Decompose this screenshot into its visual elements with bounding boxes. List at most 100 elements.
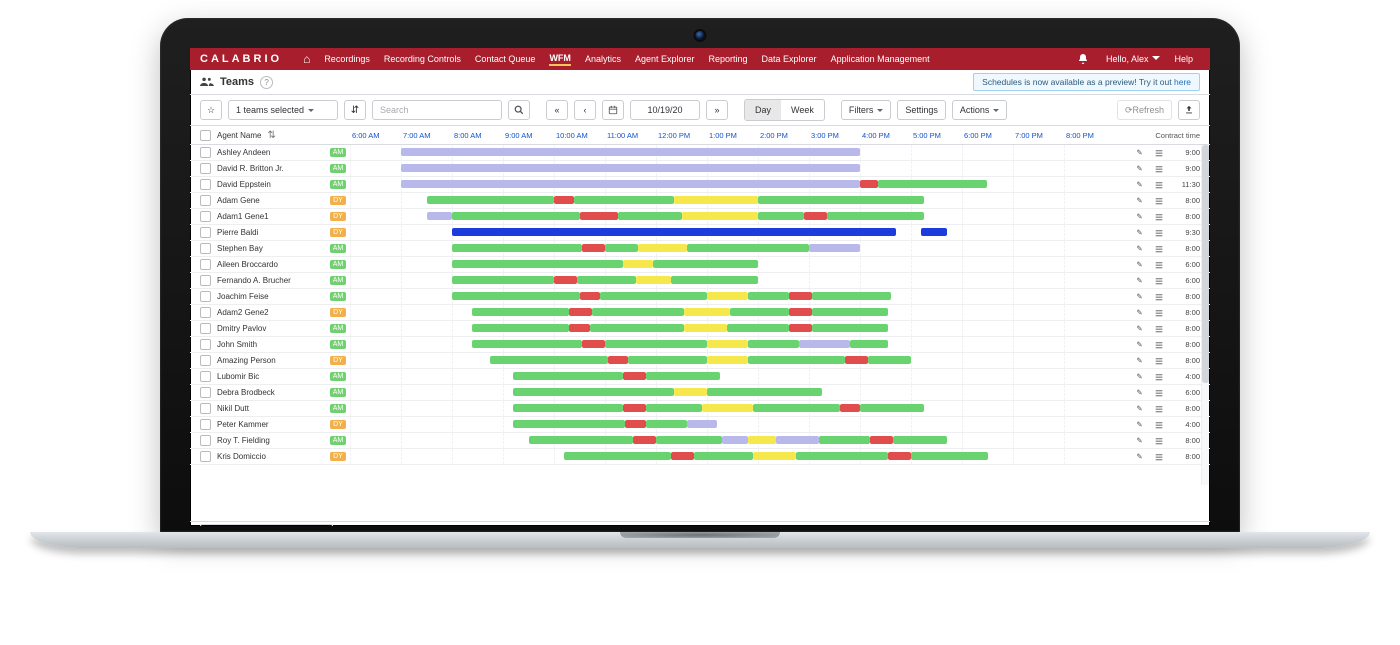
menu-icon[interactable]: [1153, 419, 1164, 430]
edit-icon[interactable]: ✎: [1134, 419, 1145, 430]
menu-icon[interactable]: [1153, 179, 1164, 190]
date-prev-day-button[interactable]: ‹: [574, 100, 596, 120]
menu-icon[interactable]: [1153, 307, 1164, 318]
help-link[interactable]: Help: [1174, 54, 1193, 64]
schedule-segment[interactable]: [452, 244, 582, 252]
agent-checkbox[interactable]: [200, 147, 211, 158]
home-icon[interactable]: ⌂: [303, 52, 310, 66]
edit-icon[interactable]: ✎: [1134, 403, 1145, 414]
schedule-segment[interactable]: [401, 148, 860, 156]
agent-name[interactable]: Adam Gene: [217, 196, 260, 205]
schedule-segment[interactable]: [625, 420, 645, 428]
schedule-segment[interactable]: [827, 212, 924, 220]
search-button[interactable]: [508, 100, 530, 120]
agent-name[interactable]: Dmitry Pavlov: [217, 324, 266, 333]
schedule-track[interactable]: [350, 193, 1115, 208]
schedule-track[interactable]: [350, 225, 1115, 240]
schedule-segment[interactable]: [452, 212, 580, 220]
schedule-segment[interactable]: [656, 436, 722, 444]
schedule-segment[interactable]: [730, 308, 789, 316]
schedule-segment[interactable]: [789, 324, 812, 332]
actions-button[interactable]: Actions: [952, 100, 1008, 120]
schedule-segment[interactable]: [674, 196, 758, 204]
agent-name[interactable]: Amazing Person: [217, 356, 276, 365]
schedule-segment[interactable]: [427, 196, 555, 204]
agent-checkbox[interactable]: [200, 403, 211, 414]
date-prev-button[interactable]: «: [546, 100, 568, 120]
schedule-segment[interactable]: [600, 292, 707, 300]
nav-item-analytics[interactable]: Analytics: [585, 54, 621, 64]
agent-checkbox[interactable]: [200, 259, 211, 270]
schedule-segment[interactable]: [633, 436, 656, 444]
filters-button[interactable]: Filters: [841, 100, 892, 120]
agent-name[interactable]: Fernando A. Brucher: [217, 276, 291, 285]
schedule-segment[interactable]: [796, 452, 888, 460]
sort-button[interactable]: [344, 100, 366, 120]
schedule-segment[interactable]: [707, 340, 748, 348]
search-input[interactable]: Search: [372, 100, 502, 120]
agent-checkbox[interactable]: [200, 275, 211, 286]
schedule-segment[interactable]: [618, 212, 682, 220]
schedule-segment[interactable]: [582, 340, 605, 348]
edit-icon[interactable]: ✎: [1134, 451, 1145, 462]
schedule-segment[interactable]: [452, 292, 580, 300]
schedule-segment[interactable]: [682, 212, 759, 220]
agent-checkbox[interactable]: [200, 435, 211, 446]
settings-button[interactable]: Settings: [897, 100, 946, 120]
schedule-track[interactable]: [350, 289, 1115, 304]
agent-name[interactable]: Joachim Feise: [217, 292, 269, 301]
schedule-segment[interactable]: [888, 452, 911, 460]
agent-name[interactable]: Pierre Baldi: [217, 228, 258, 237]
schedule-segment[interactable]: [702, 404, 753, 412]
schedule-segment[interactable]: [574, 196, 673, 204]
favorite-button[interactable]: ☆: [200, 100, 222, 120]
nav-item-data-explorer[interactable]: Data Explorer: [762, 54, 817, 64]
agent-checkbox[interactable]: [200, 339, 211, 350]
schedule-segment[interactable]: [472, 340, 582, 348]
agent-name[interactable]: Adam2 Gene2: [217, 308, 269, 317]
agent-name[interactable]: Kris Domiccio: [217, 452, 266, 461]
preview-banner-link[interactable]: here: [1174, 77, 1191, 87]
schedule-segment[interactable]: [608, 356, 628, 364]
select-all-pages-button[interactable]: Select all people on every page: [200, 524, 333, 526]
schedule-segment[interactable]: [753, 452, 796, 460]
schedule-track[interactable]: [350, 145, 1115, 160]
edit-icon[interactable]: ✎: [1134, 227, 1145, 238]
agent-name[interactable]: David Eppstein: [217, 180, 271, 189]
schedule-segment[interactable]: [577, 276, 636, 284]
edit-icon[interactable]: ✎: [1134, 259, 1145, 270]
schedule-segment[interactable]: [582, 244, 605, 252]
schedule-segment[interactable]: [748, 356, 845, 364]
nav-item-recordings[interactable]: Recordings: [324, 54, 370, 64]
schedule-segment[interactable]: [707, 292, 748, 300]
schedule-segment[interactable]: [845, 356, 868, 364]
agent-name[interactable]: John Smith: [217, 340, 257, 349]
schedule-track[interactable]: [350, 401, 1115, 416]
schedule-track[interactable]: [350, 305, 1115, 320]
schedule-segment[interactable]: [870, 436, 893, 444]
schedule-segment[interactable]: [748, 340, 799, 348]
schedule-segment[interactable]: [809, 244, 860, 252]
agent-name[interactable]: Debra Brodbeck: [217, 388, 275, 397]
nav-item-reporting[interactable]: Reporting: [709, 54, 748, 64]
schedule-segment[interactable]: [513, 388, 674, 396]
schedule-segment[interactable]: [569, 308, 592, 316]
schedule-track[interactable]: [350, 353, 1115, 368]
schedule-segment[interactable]: [819, 436, 870, 444]
agent-checkbox[interactable]: [200, 307, 211, 318]
schedule-segment[interactable]: [590, 324, 684, 332]
help-icon[interactable]: ?: [260, 76, 273, 89]
schedule-segment[interactable]: [592, 308, 684, 316]
nav-item-agent-explorer[interactable]: Agent Explorer: [635, 54, 695, 64]
agent-checkbox[interactable]: [200, 451, 211, 462]
schedule-segment[interactable]: [684, 324, 727, 332]
agent-name[interactable]: Nikil Dutt: [217, 404, 249, 413]
schedule-segment[interactable]: [893, 436, 947, 444]
schedule-segment[interactable]: [687, 244, 809, 252]
schedule-segment[interactable]: [646, 372, 720, 380]
menu-icon[interactable]: [1153, 435, 1164, 446]
edit-icon[interactable]: ✎: [1134, 211, 1145, 222]
edit-icon[interactable]: ✎: [1134, 339, 1145, 350]
menu-icon[interactable]: [1153, 195, 1164, 206]
schedule-track[interactable]: [350, 337, 1115, 352]
